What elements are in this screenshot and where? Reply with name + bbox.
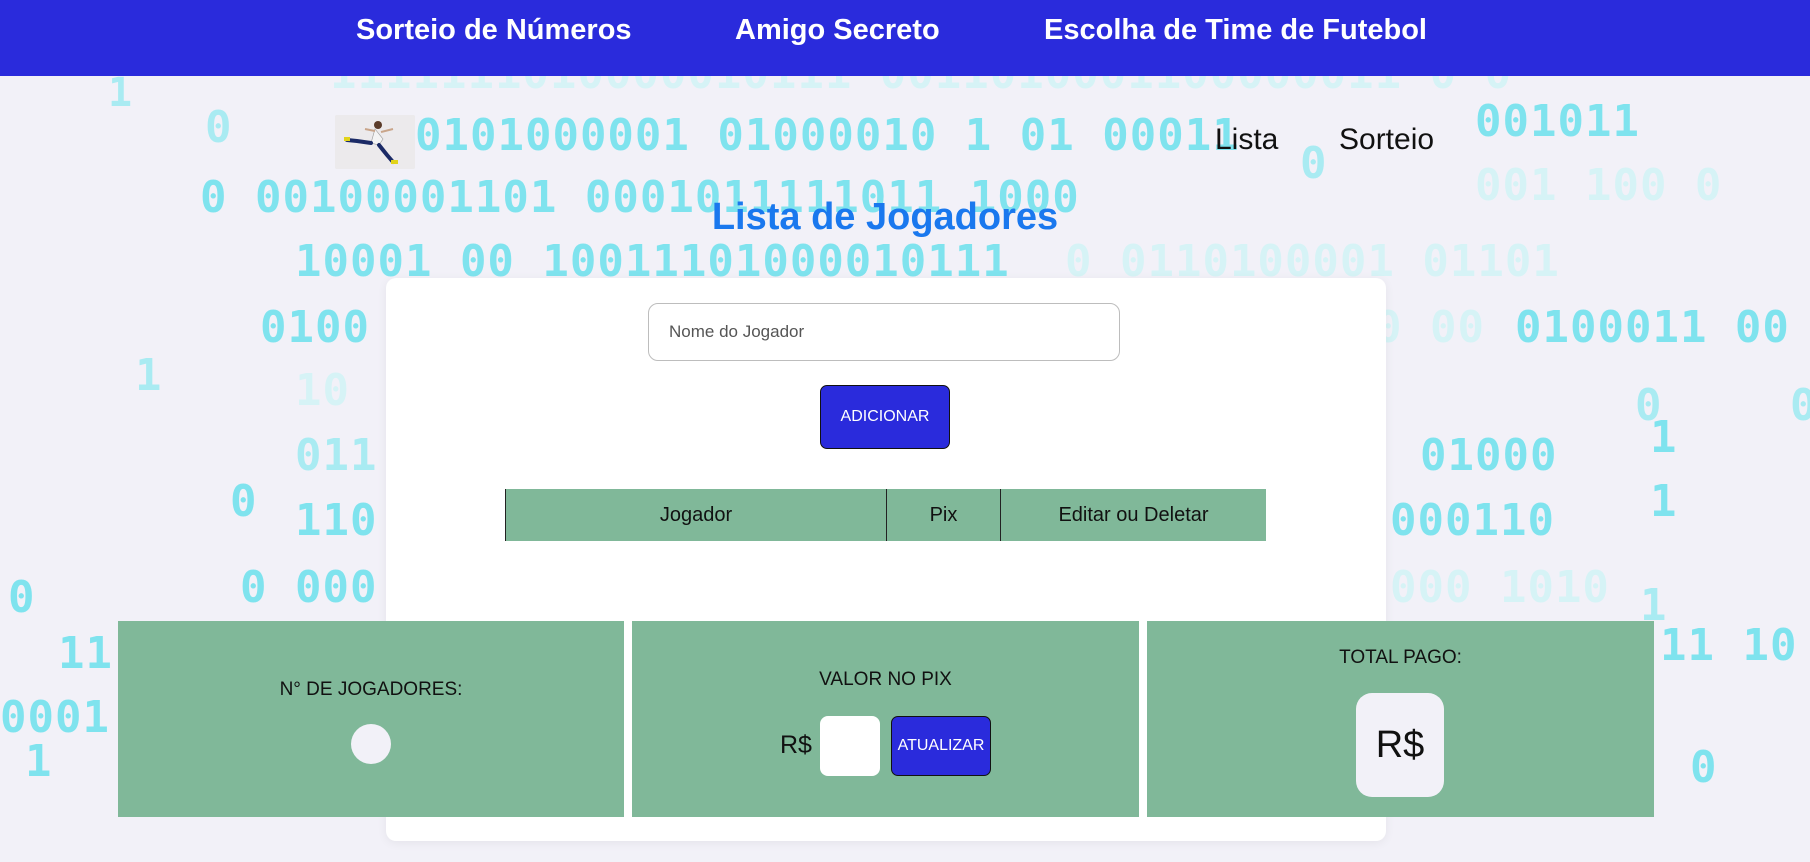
total-paid-panel: TOTAL PAGO: R$ xyxy=(1147,621,1654,817)
nav-amigo-secreto[interactable]: Amigo Secreto xyxy=(735,14,940,47)
players-table: Jogador Pix Editar ou Deletar xyxy=(505,489,1266,541)
soccer-player-logo-icon[interactable] xyxy=(335,115,415,169)
pix-value-input[interactable] xyxy=(820,716,880,776)
table-header-row: Jogador Pix Editar ou Deletar xyxy=(505,489,1266,541)
total-paid-value: R$ xyxy=(1356,693,1444,797)
players-count-value xyxy=(351,724,391,764)
add-player-button[interactable]: ADICIONAR xyxy=(820,385,950,449)
subnav-sorteio-link[interactable]: Sorteio xyxy=(1339,123,1434,157)
header-jogador: Jogador xyxy=(505,489,887,541)
update-pix-button[interactable]: ATUALIZAR xyxy=(891,716,991,776)
header-editar-deletar: Editar ou Deletar xyxy=(1000,489,1266,541)
player-name-input[interactable] xyxy=(648,303,1120,361)
top-nav: Sorteio de Números Amigo Secreto Escolha… xyxy=(0,0,1810,76)
total-paid-label: TOTAL PAGO: xyxy=(1339,647,1462,668)
pix-currency-symbol: R$ xyxy=(780,731,812,759)
nav-sorteio-de-numeros[interactable]: Sorteio de Números xyxy=(356,14,632,47)
players-count-label: N° DE JOGADORES: xyxy=(279,679,463,700)
pix-value-panel: VALOR NO PIX R$ ATUALIZAR xyxy=(632,621,1139,817)
header-pix: Pix xyxy=(886,489,1001,541)
pix-value-label: VALOR NO PIX xyxy=(819,669,952,690)
nav-escolha-de-time[interactable]: Escolha de Time de Futebol xyxy=(1044,14,1427,47)
page-title: Lista de Jogadores xyxy=(711,196,1059,238)
players-count-panel: N° DE JOGADORES: xyxy=(118,621,624,817)
subnav-lista-link[interactable]: Lista xyxy=(1215,123,1278,157)
